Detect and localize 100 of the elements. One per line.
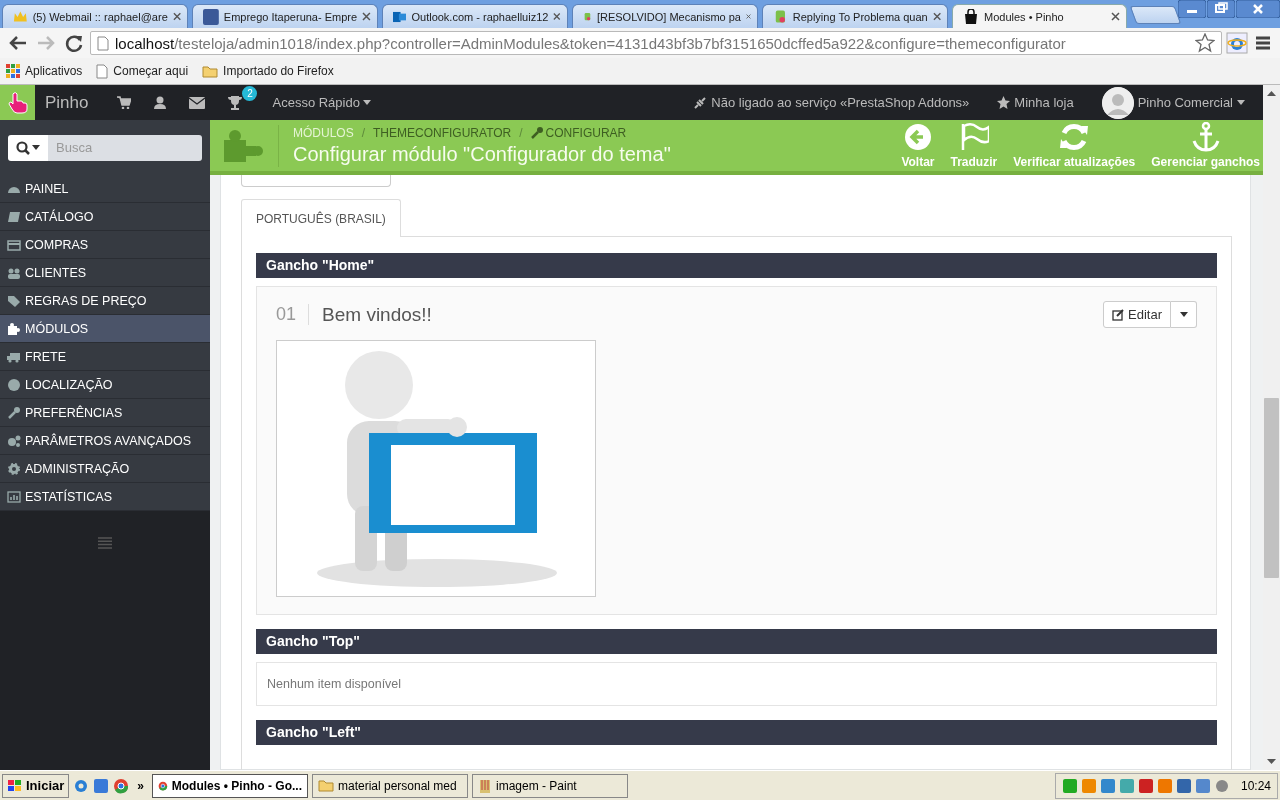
folder-icon	[318, 779, 334, 792]
item-title: Bem vindos!!	[322, 303, 433, 326]
scrollbar-thumb[interactable]	[1264, 398, 1279, 578]
sidebar-item[interactable]: REGRAS DE PREÇO	[0, 287, 210, 315]
globe-icon	[7, 377, 21, 392]
bookmark[interactable]: Começar aqui	[96, 63, 189, 79]
plug-icon	[693, 95, 708, 110]
ie-icon[interactable]	[73, 777, 90, 794]
close-button[interactable]	[1236, 0, 1280, 18]
windows-flag-icon	[7, 778, 23, 793]
logo-button[interactable]	[0, 85, 35, 120]
hook-header: Gancho "Left"	[256, 720, 1217, 745]
browser-tab[interactable]: [RESOLVIDO] Mecanismo pa	[572, 4, 758, 28]
user-menu[interactable]: Pinho Comercial	[1101, 86, 1245, 119]
maximize-button[interactable]	[1207, 0, 1235, 18]
quick-access-menu[interactable]: Acesso Rápido	[272, 95, 371, 110]
taskbar-window[interactable]: material personal med	[312, 773, 468, 798]
taskbar-window[interactable]: imagem - Paint	[472, 773, 628, 798]
browser-tab[interactable]: Replying To Problema quan	[762, 4, 948, 28]
sidebar-item[interactable]: LOCALIZAÇÃO	[0, 371, 210, 399]
page-icon	[97, 35, 109, 51]
notification-badge: 2	[242, 85, 258, 101]
hand-pointer-icon	[7, 91, 28, 114]
my-shop-link[interactable]: Minha loja	[997, 95, 1074, 110]
edit-button[interactable]: Editar	[1103, 301, 1171, 328]
sidebar-item[interactable]: PAINEL	[0, 175, 210, 203]
breadcrumb-item[interactable]: CONFIGURAR	[530, 125, 627, 140]
gears-icon	[7, 433, 21, 448]
dropdown-button[interactable]	[1171, 301, 1197, 328]
browser-tab[interactable]: Outlook.com - raphaelluiz12	[382, 4, 568, 28]
chart-icon	[7, 489, 21, 504]
sidebar-item[interactable]: FRETE	[0, 343, 210, 371]
bookmark[interactable]: Importado do Firefox	[202, 64, 334, 78]
puzzle-icon	[7, 321, 21, 336]
browser-tab[interactable]: Emprego Itaperuna- Empre	[192, 4, 378, 28]
search-icon	[16, 140, 30, 155]
close-icon[interactable]	[172, 12, 181, 21]
tag-icon	[7, 293, 21, 308]
caret-icon	[32, 145, 40, 150]
wrench-icon	[7, 405, 21, 420]
tray-icon[interactable]	[1137, 777, 1154, 794]
close-icon[interactable]	[553, 12, 561, 21]
trophy-icon[interactable]	[227, 95, 244, 110]
cart-icon[interactable]	[117, 96, 132, 109]
language-tab[interactable]: PORTUGUÊS (BRASIL)	[241, 199, 401, 237]
sidebar-item[interactable]: CLIENTES	[0, 259, 210, 287]
empty-message: Nenhum item disponível	[267, 677, 402, 691]
apps-icon	[6, 64, 20, 78]
shop-name[interactable]: Pinho	[45, 92, 89, 113]
bag-icon	[963, 8, 979, 25]
sidebar-item[interactable]: CATÁLOGO	[0, 203, 210, 231]
folder-icon	[202, 64, 219, 78]
star-icon[interactable]	[1195, 33, 1215, 53]
start-button[interactable]: Iniciar	[2, 773, 70, 798]
breadcrumb-separator: /	[361, 125, 366, 140]
close-icon[interactable]	[746, 12, 751, 21]
sidebar-item[interactable]: COMPRAS	[0, 231, 210, 259]
address-bar[interactable]: localhost/testeloja/admin1018/index.php?controller=AdminModules&token=4131d43bf3b7bf3151650dcffed5a922&configure=themeconfigurator	[90, 31, 1222, 55]
tray-icon[interactable]	[1194, 777, 1211, 794]
breadcrumb-item[interactable]: THEMECONFIGURATOR	[373, 125, 512, 140]
tray-icon[interactable]	[1061, 777, 1078, 794]
gear-icon	[7, 461, 21, 476]
sidebar-item[interactable]: PREFERÊNCIAS	[0, 399, 210, 427]
sidebar-item[interactable]: ESTATÍSTICAS	[0, 483, 210, 511]
overflow-button[interactable]: »	[137, 778, 144, 793]
sidebar-item[interactable]: MÓDULOS	[0, 315, 210, 343]
browser-tab[interactable]: (5) Webmail :: raphael@are	[2, 4, 188, 28]
tray-icon[interactable]	[1175, 777, 1192, 794]
page-icon	[96, 63, 109, 79]
addons-status[interactable]: Não ligado ao serviço «PrestaShop Addons»	[693, 95, 970, 110]
volume-icon[interactable]	[1213, 777, 1230, 794]
taskbar-window[interactable]: Modules • Pinho - Go...	[152, 773, 308, 798]
clock: 10:24	[1240, 778, 1271, 793]
hook-header: Gancho "Top"	[256, 629, 1217, 654]
avatar-icon	[1101, 86, 1134, 119]
close-icon[interactable]	[932, 12, 941, 21]
mail-icon[interactable]	[189, 96, 206, 109]
hook-header: Gancho "Home"	[256, 253, 1217, 278]
new-tab-button[interactable]	[1129, 6, 1182, 24]
minimize-button[interactable]	[1178, 0, 1206, 18]
item-number: 01	[276, 304, 310, 325]
close-icon[interactable]	[1111, 12, 1120, 21]
sidebar-item[interactable]: ADMINISTRAÇÃO	[0, 455, 210, 483]
paint-icon	[478, 777, 492, 794]
sidebar-item[interactable]: PARÂMETROS AVANÇADOS	[0, 427, 210, 455]
ie-icon[interactable]	[1226, 32, 1248, 54]
browser-tab[interactable]: Modules • Pinho	[952, 4, 1127, 28]
wrench-icon	[530, 126, 543, 139]
tray-icon[interactable]	[1099, 777, 1116, 794]
pencil-icon	[1112, 308, 1125, 321]
url-text: localhost/testeloja/admin1018/index.php?controller=AdminModules&token=4131d43bf3b7bf3151650dcffed5a922&configure=themeconfigurator	[115, 34, 1067, 52]
close-icon[interactable]	[362, 12, 371, 21]
bookmark-label: Aplicativos	[25, 64, 83, 78]
favicon-icon	[203, 8, 219, 25]
caret-icon	[362, 100, 371, 105]
bookmark[interactable]: Aplicativos	[6, 64, 83, 78]
chrome-icon[interactable]	[113, 777, 130, 794]
user-icon[interactable]	[153, 96, 168, 109]
page-title: Configurar módulo "Configurador do tema"	[293, 142, 672, 166]
search-button[interactable]	[8, 134, 48, 161]
